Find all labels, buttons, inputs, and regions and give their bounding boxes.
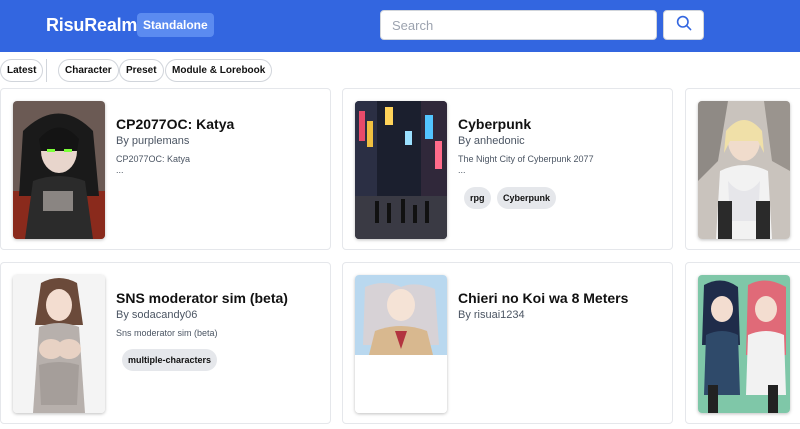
filter-divider [46,59,47,82]
filter-character[interactable]: Character [58,59,119,82]
card-thumbnail [698,275,790,413]
character-card[interactable] [685,262,800,424]
card-title: CP2077OC: Katya [116,116,235,132]
card-author: By risuai1234 [458,309,525,321]
card-tag[interactable]: multiple-characters [122,349,218,371]
card-tag[interactable]: rpg [464,187,491,209]
card-author: By sodacandy06 [116,309,198,321]
top-header: RisuRealm Standalone [0,0,800,52]
card-description: CP2077OC: Katya [116,154,191,164]
card-description-ellipsis: ... [458,165,466,175]
card-thumbnail [698,101,790,239]
card-title: Cyberpunk [458,116,532,132]
filter-module-lorebook[interactable]: Module & Lorebook [165,59,273,82]
card-description: Sns moderator sim (beta) [116,328,218,338]
filter-latest[interactable]: Latest [0,59,44,82]
card-author: By purplemans [116,135,190,147]
search-button[interactable] [663,10,704,40]
search-icon [676,15,692,36]
filter-bar: Latest Character Preset Module & Loreboo… [0,52,800,88]
card-description: The Night City of Cyberpunk 2077 [458,154,594,164]
card-thumbnail [13,275,105,413]
card-tag[interactable]: Cyberpunk [497,187,557,209]
site-logo[interactable]: RisuRealm [46,15,137,36]
standalone-badge: Standalone [137,13,214,37]
card-title: SNS moderator sim (beta) [116,290,288,306]
character-card[interactable]: Cyberpunk By anhedonic The Night City of… [342,88,673,250]
card-thumbnail [13,101,105,239]
character-card[interactable]: CP2077OC: Katya By purplemans CP2077OC: … [0,88,331,250]
card-description-ellipsis: ... [116,165,124,175]
card-thumbnail [355,101,447,239]
character-card[interactable]: SNS moderator sim (beta) By sodacandy06 … [0,262,331,424]
filter-preset[interactable]: Preset [119,59,164,82]
card-thumbnail [355,275,447,413]
character-card[interactable] [685,88,800,250]
card-author: By anhedonic [458,135,525,147]
card-title: Chieri no Koi wa 8 Meters [458,290,629,306]
character-card[interactable]: Chieri no Koi wa 8 Meters By risuai1234 [342,262,673,424]
search-input[interactable] [380,10,657,40]
